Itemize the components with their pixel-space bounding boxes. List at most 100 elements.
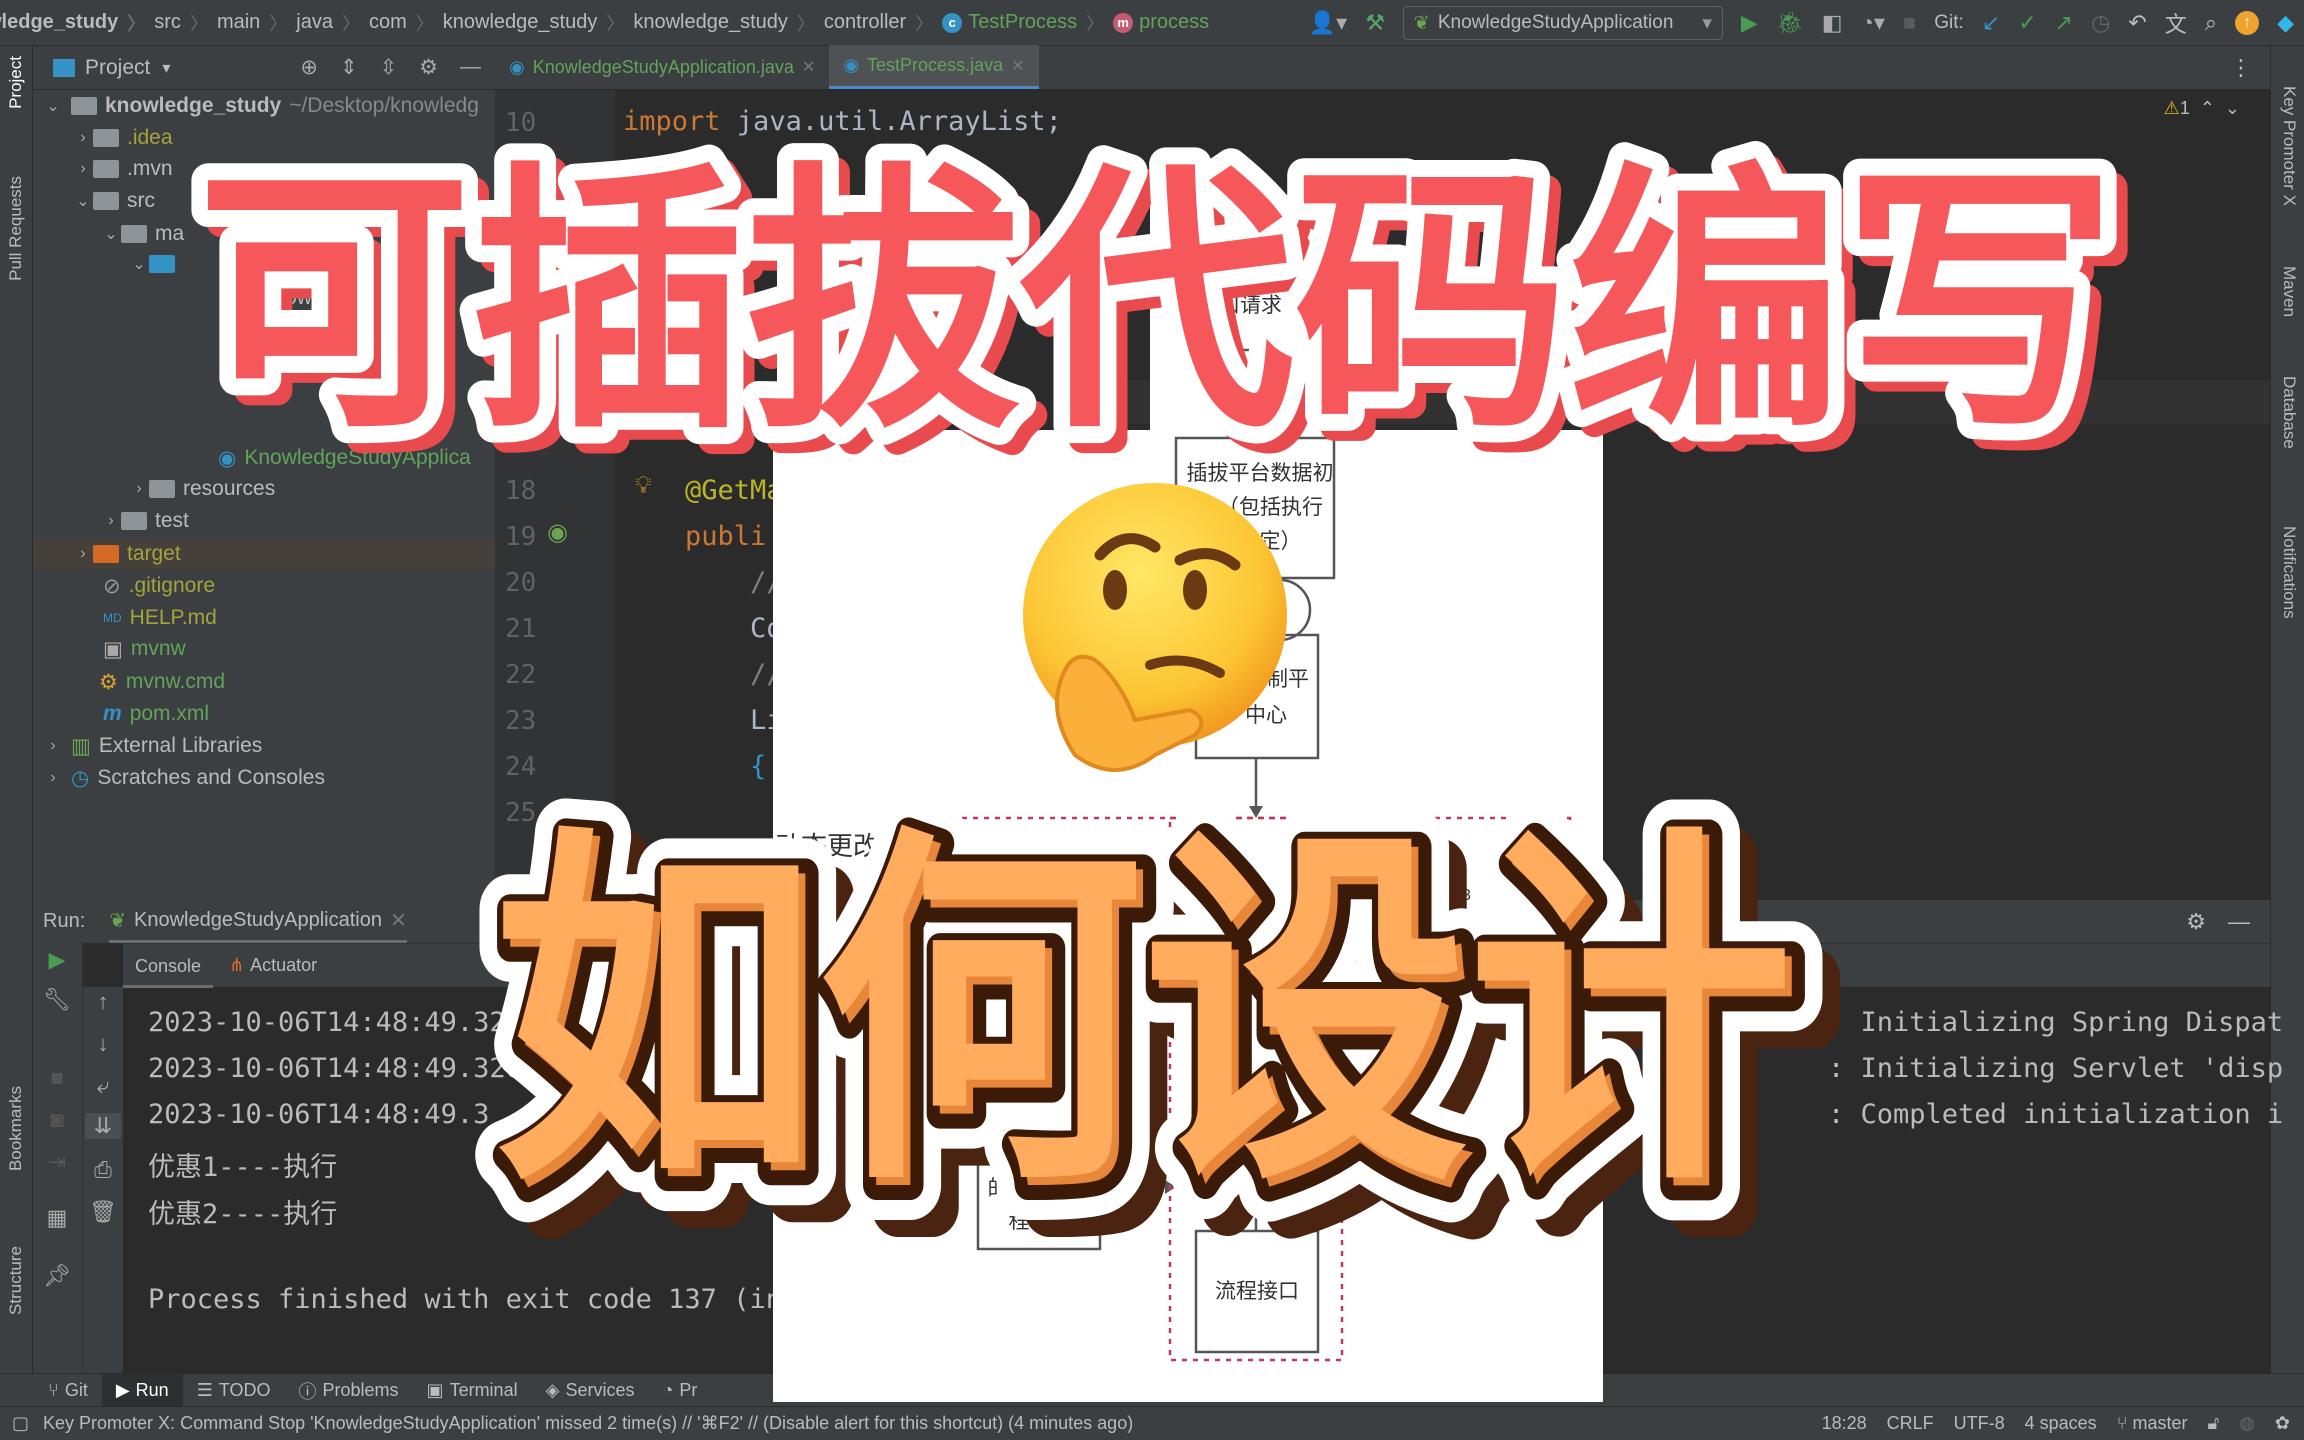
git-update-icon[interactable]: ↙ [1982,10,2000,36]
tree-item[interactable]: › .idea [33,122,495,154]
stripe-bookmarks[interactable]: Bookmarks [6,1086,26,1171]
stripe-structure[interactable]: Structure [6,1246,26,1315]
build-hammer-icon[interactable]: ⚒ [1365,10,1385,36]
layout-icon[interactable]: ▢ [12,1413,29,1434]
inspection-icon[interactable]: ◍ [2239,1413,2255,1434]
breadcrumb-project[interactable]: wledge_study〉 [0,10,154,36]
indent-setting[interactable]: 4 spaces [2025,1413,2097,1434]
print-icon[interactable]: ⎙ [85,1157,121,1183]
breadcrumb-package[interactable]: knowledge_study 〉 [443,10,634,36]
tool-tab-git[interactable]: ⑂ Git [34,1374,102,1408]
tool-tab-run[interactable]: ▶ Run [101,1373,183,1408]
tab-console[interactable]: Console [123,944,214,988]
rerun-icon[interactable]: ▶ [39,947,75,973]
coverage-icon[interactable]: ◧ [1822,10,1843,36]
ide-logo-icon[interactable]: ◆ [2277,10,2294,36]
git-branch-widget[interactable]: ⑂ master [2117,1413,2188,1434]
project-view-dropdown[interactable]: Project [85,56,150,80]
tool-tab-services[interactable]: ◈ Services [532,1374,649,1408]
tree-item[interactable]: ontro [33,314,495,346]
minimize-icon[interactable]: — [2228,909,2250,935]
git-commit-icon[interactable]: ✓ [2018,10,2036,36]
tab-actuator[interactable]: Actuator [250,955,317,976]
run-icon[interactable]: ▶ [1741,10,1758,36]
breadcrumb-controller[interactable]: controller 〉 [824,10,942,36]
stop-icon[interactable]: ■ [39,1065,75,1091]
breadcrumb-package[interactable]: knowledge_study 〉 [633,10,824,36]
tree-item[interactable]: ⌄ [33,248,495,280]
run-config-tab[interactable]: ❦ KnowledgeStudyApplication ✕ [109,900,407,943]
stripe-maven[interactable]: Maven [2279,266,2299,317]
breadcrumb-main[interactable]: main 〉 [217,10,296,36]
stripe-database[interactable]: Database [2279,376,2299,449]
tree-item[interactable]: › ◷ Scratches and Consoles [33,762,495,794]
tree-item[interactable]: ⚙ mvnw.cmd [33,666,495,698]
stripe-project[interactable]: Project [6,56,26,109]
scroll-to-end-icon[interactable]: ⇊ [85,1113,121,1139]
lock-icon[interactable]: 🔓︎ [2208,1413,2220,1434]
tab-knowledge-study-application[interactable]: ◉ KnowledgeStudyApplication.java ✕ [495,45,829,89]
status-message[interactable]: Key Promoter X: Command Stop 'KnowledgeS… [43,1413,1133,1434]
stop-icon[interactable]: ■ [1903,10,1916,36]
tree-item[interactable]: MD HELP.md [33,602,495,634]
login-icon[interactable]: ⇥ [39,1149,75,1175]
pin-icon[interactable]: 📌︎ [39,1263,75,1289]
tree-item[interactable]: ◉ KnowledgeStudyApplica [33,442,495,474]
line-separator[interactable]: CRLF [1887,1413,1934,1434]
breadcrumb-src[interactable]: src 〉 [154,10,217,36]
soft-wrap-icon[interactable]: ⤶ [85,1073,121,1099]
update-icon[interactable]: ↑ [2235,11,2260,35]
wrench-icon[interactable]: 🔧︎ [39,987,75,1013]
breadcrumb-class[interactable]: c TestProcess 〉 [942,10,1113,36]
chevron-down-icon[interactable]: ▾ [162,58,170,78]
translate-icon[interactable]: 文 [2165,7,2187,39]
tool-tab-terminal[interactable]: ▣ Terminal [413,1374,532,1408]
file-encoding[interactable]: UTF-8 [1954,1413,2005,1434]
git-push-icon[interactable]: ↗ [2055,10,2073,36]
tree-item[interactable]: know [33,282,495,314]
gear-icon[interactable]: ⚙ [2186,909,2206,935]
tab-test-process[interactable]: ◉ TestProcess.java ✕ [829,45,1039,89]
lightbulb-icon[interactable]: 💡︎ [635,472,652,500]
tool-tab-problems[interactable]: ⓘ Problems [285,1374,413,1408]
run-config-dropdown[interactable]: ❦ KnowledgeStudyApplication ▾ [1402,6,1723,40]
tool-tab-todo[interactable]: ☰ TODO [183,1374,285,1408]
memory-icon[interactable]: ✿ [2275,1413,2290,1434]
breadcrumb-method[interactable]: m process [1113,11,1209,34]
search-icon[interactable]: ⌕ [2205,10,2217,36]
user-icon[interactable]: 👤▾ [1309,10,1347,36]
tree-item[interactable]: › resources [33,473,495,505]
history-icon[interactable]: ◷ [2091,10,2110,36]
run-gutter-icon[interactable]: ◉ [547,518,568,547]
tree-item[interactable]: › .mvn [33,153,495,185]
tree-item[interactable]: ntity [33,345,495,377]
caret-position[interactable]: 18:28 [1822,1413,1867,1434]
stripe-key-promoter[interactable]: Key Promoter X [2279,86,2299,206]
stripe-notifications[interactable]: Notifications [2279,526,2299,619]
layout-icon[interactable]: ▦ [39,1205,75,1231]
rollback-icon[interactable]: ↶ [2128,10,2146,36]
profile-icon[interactable]: ◔▾ [1861,10,1885,36]
tree-item[interactable]: › ▥ External Libraries [33,730,495,762]
camera-icon[interactable]: ◙ [39,1107,75,1133]
tree-item[interactable]: ⊘ .gitignore [33,570,495,602]
breadcrumb-com[interactable]: com 〉 [369,10,443,36]
more-icon[interactable]: ⋮ [2230,55,2270,81]
tree-item-root[interactable]: ⌄ knowledge_study ~/Desktop/knowledg [33,90,495,122]
close-icon[interactable]: ✕ [390,908,407,933]
up-icon[interactable]: ↑ [85,989,121,1015]
hide-icon[interactable]: — [460,55,481,80]
breadcrumb-java[interactable]: java 〉 [296,10,369,36]
code-editor[interactable]: ⚠1 ⌃ ⌄ 10 import java.util.ArrayList; 18… [495,90,2270,900]
collapse-all-icon[interactable]: ⇳ [380,55,398,80]
tool-tab-profiler[interactable]: ◔ Pr [648,1374,711,1408]
tree-item[interactable]: ⌄ src [33,185,495,217]
close-icon[interactable]: ✕ [802,57,815,77]
down-icon[interactable]: ↓ [85,1031,121,1057]
close-icon[interactable]: ✕ [1011,56,1024,76]
debug-icon[interactable]: 🐞︎ [1776,10,1804,36]
tree-item[interactable]: › test [33,505,495,537]
gear-icon[interactable]: ⚙ [419,55,438,80]
tree-item[interactable]: ▣ mvnw [33,633,495,665]
stripe-pull-requests[interactable]: Pull Requests [6,176,26,281]
